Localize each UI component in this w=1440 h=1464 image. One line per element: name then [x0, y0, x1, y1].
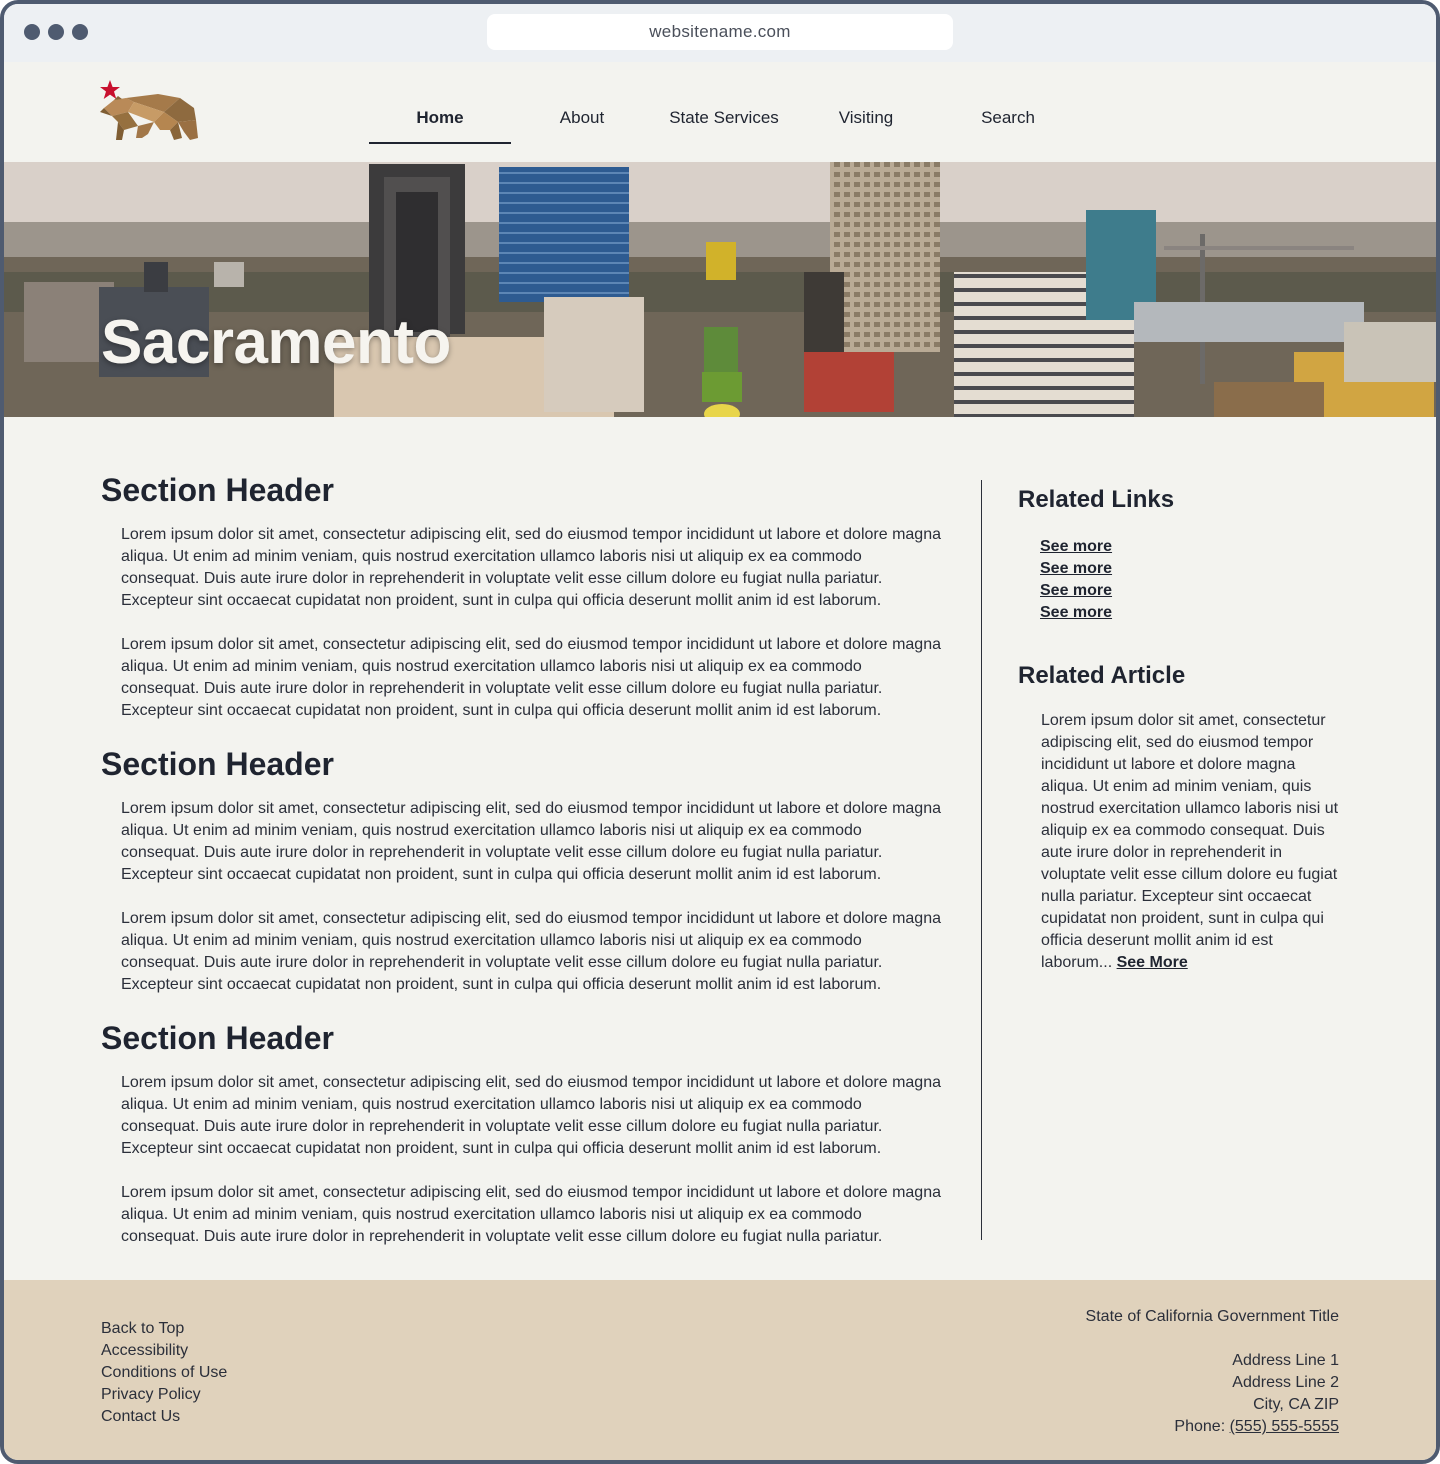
url-bar[interactable]: websitename.com: [487, 14, 953, 50]
related-link[interactable]: See more: [1040, 580, 1112, 602]
footer-link-back-to-top[interactable]: Back to Top: [101, 1318, 227, 1340]
city-skyline-image: [4, 162, 1436, 417]
window-dot-icon[interactable]: [48, 24, 64, 40]
section-paragraph: Lorem ipsum dolor sit amet, consectetur …: [121, 636, 941, 719]
footer-link-contact-us[interactable]: Contact Us: [101, 1406, 227, 1428]
window-controls: [24, 24, 88, 40]
nav-home[interactable]: Home: [369, 92, 511, 144]
see-more-link[interactable]: See More: [1117, 954, 1188, 971]
section-paragraph: Lorem ipsum dolor sit amet, consectetur …: [121, 1074, 941, 1157]
main-content: Section Header Lorem ipsum dolor sit ame…: [101, 470, 941, 1270]
browser-window: websitename.com Home About State Service…: [0, 0, 1440, 1464]
section-paragraph: Lorem ipsum dolor sit amet, consectetur …: [121, 526, 941, 609]
section-header: Section Header: [101, 1020, 334, 1056]
article-body: Lorem ipsum dolor sit amet, consectetur …: [1041, 712, 1339, 971]
org-title: State of California Government Title: [1085, 1308, 1339, 1325]
section-header: Section Header: [101, 472, 334, 508]
window-dot-icon[interactable]: [72, 24, 88, 40]
browser-chrome: websitename.com: [4, 4, 1436, 62]
section-paragraph: Lorem ipsum dolor sit amet, consectetur …: [121, 910, 941, 993]
site-footer: Back to Top Accessibility Conditions of …: [4, 1280, 1436, 1460]
city-line: City, CA ZIP: [1253, 1396, 1339, 1413]
address-line-1: Address Line 1: [1232, 1352, 1339, 1369]
california-bear-icon[interactable]: [98, 78, 202, 144]
nav-about[interactable]: About: [511, 92, 653, 144]
related-link[interactable]: See more: [1040, 558, 1112, 580]
related-link[interactable]: See more: [1040, 536, 1112, 558]
hero-banner: Sacramento: [4, 162, 1436, 417]
footer-link-privacy-policy[interactable]: Privacy Policy: [101, 1384, 227, 1406]
section-paragraph: Lorem ipsum dolor sit amet, consectetur …: [121, 1184, 941, 1245]
nav-state-services[interactable]: State Services: [653, 92, 795, 144]
site-header: Home About State Services Visiting Searc…: [4, 62, 1436, 162]
nav-search[interactable]: Search: [937, 92, 1079, 144]
related-article-title: Related Article: [1018, 662, 1186, 689]
main-nav: Home About State Services Visiting Searc…: [369, 92, 1079, 144]
phone-link[interactable]: (555) 555-5555: [1230, 1418, 1339, 1435]
phone-line: Phone: (555) 555-5555: [1086, 1416, 1339, 1438]
footer-contact: State of California Government Title Add…: [1086, 1306, 1339, 1438]
footer-link-conditions-of-use[interactable]: Conditions of Use: [101, 1362, 227, 1384]
window-dot-icon[interactable]: [24, 24, 40, 40]
section-header: Section Header: [101, 746, 334, 782]
sidebar-divider: [981, 480, 982, 1240]
content-section: Section Header Lorem ipsum dolor sit ame…: [101, 744, 941, 996]
phone-label: Phone:: [1174, 1418, 1230, 1435]
nav-visiting[interactable]: Visiting: [795, 92, 937, 144]
content-section: Section Header Lorem ipsum dolor sit ame…: [101, 1018, 941, 1248]
related-links-title: Related Links: [1018, 486, 1175, 513]
related-link[interactable]: See more: [1040, 602, 1112, 624]
sidebar: Related Links See more See more See more…: [1018, 484, 1358, 974]
footer-links: Back to Top Accessibility Conditions of …: [101, 1318, 227, 1428]
related-article-text: Lorem ipsum dolor sit amet, consectetur …: [1041, 710, 1341, 974]
hero-title: Sacramento: [101, 308, 451, 377]
address-line-2: Address Line 2: [1232, 1374, 1339, 1391]
content-section: Section Header Lorem ipsum dolor sit ame…: [101, 470, 941, 722]
related-links-list: See more See more See more See more: [1040, 536, 1358, 624]
footer-link-accessibility[interactable]: Accessibility: [101, 1340, 227, 1362]
section-paragraph: Lorem ipsum dolor sit amet, consectetur …: [121, 800, 941, 883]
